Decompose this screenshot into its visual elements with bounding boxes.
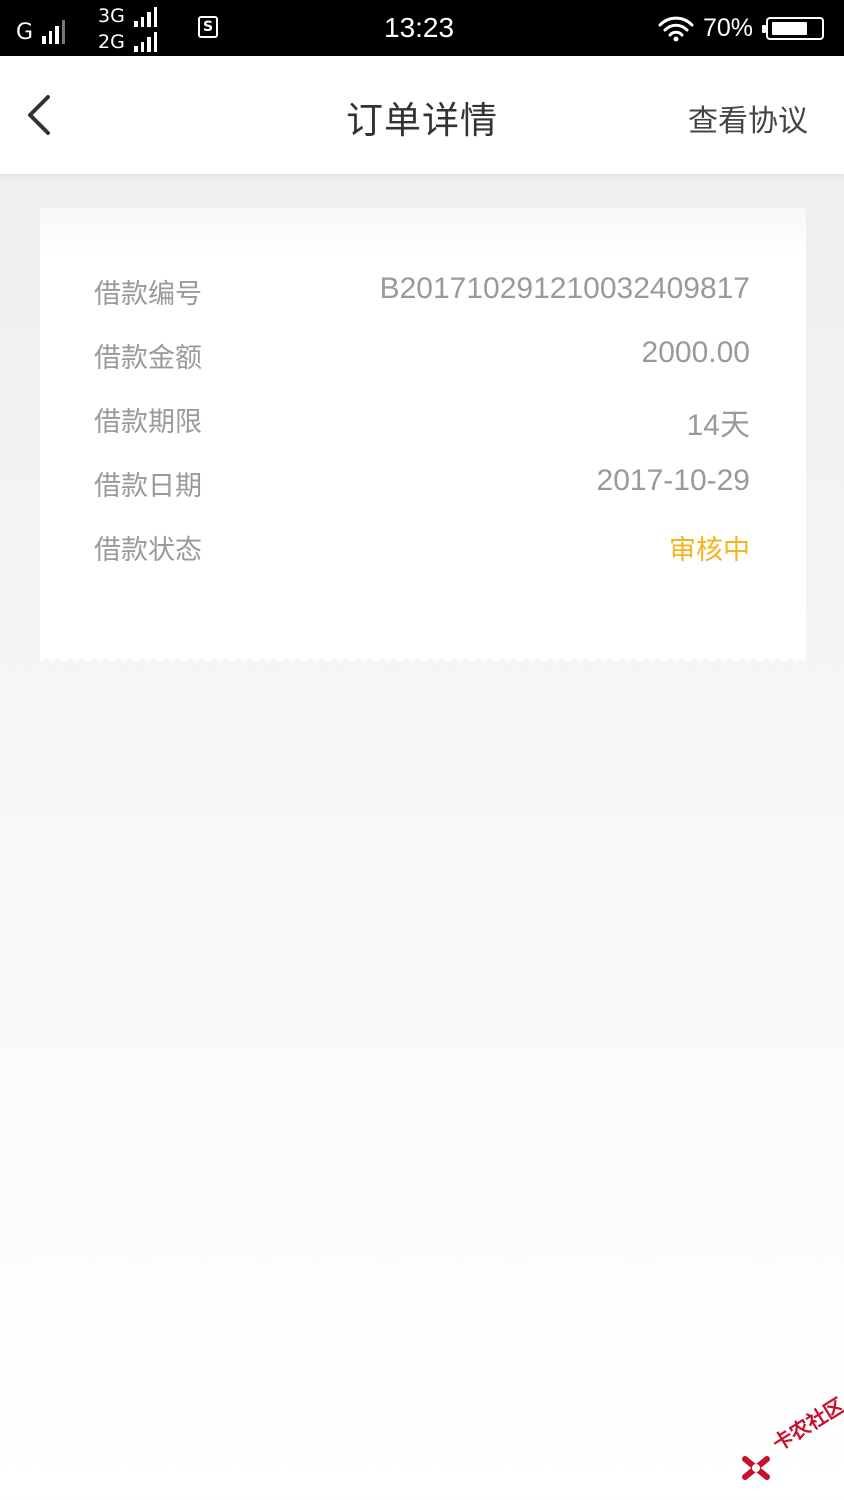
signal-icon [134,30,157,52]
watermark-icon [742,1456,770,1480]
network-type-2: 3G [98,5,125,27]
card-scalloped-edge [40,654,806,662]
row-label: 借款编号 [94,279,202,310]
detail-row-loan-amount: 借款金额 2000.00 [94,336,750,376]
detail-row-loan-number: 借款编号 B201710291210032409817 [94,272,750,312]
signal-icon [42,18,65,44]
battery-percent: 70% [703,14,754,42]
watermark-text: 卡农社区 [768,1392,844,1456]
order-detail-card: 借款编号 B201710291210032409817 借款金额 2000.00… [40,208,806,656]
detail-row-loan-date: 借款日期 2017-10-29 [94,464,750,504]
battery-icon [762,17,824,40]
status-time: 13:23 [384,12,455,43]
network-type-1: G [16,20,34,45]
row-label: 借款日期 [94,471,202,502]
wifi-icon [658,16,694,42]
status-bar: G 3G 2G S 13:23 70% [0,0,844,56]
row-label: 借款金额 [94,343,202,374]
detail-row-loan-term: 借款期限 14天 [94,400,750,442]
view-agreement-button[interactable]: 查看协议 [688,96,808,140]
row-label: 借款期限 [94,407,202,438]
watermark-logo: 卡农社区 [740,1393,844,1490]
loan-term-value: 14天 [686,409,750,442]
network-type-3: 2G [98,31,125,53]
status-badge: 审核中 [669,535,750,566]
row-label: 借款状态 [94,535,202,566]
detail-row-loan-status: 借款状态 审核中 [94,528,750,568]
loan-date-value: 2017-10-29 [596,464,750,497]
signal-icon [134,5,157,27]
sim-icon: S [198,16,218,38]
nav-bar: 订单详情 查看协议 [0,56,844,174]
loan-number-value: B201710291210032409817 [379,272,750,305]
loan-amount-value: 2000.00 [641,336,750,369]
